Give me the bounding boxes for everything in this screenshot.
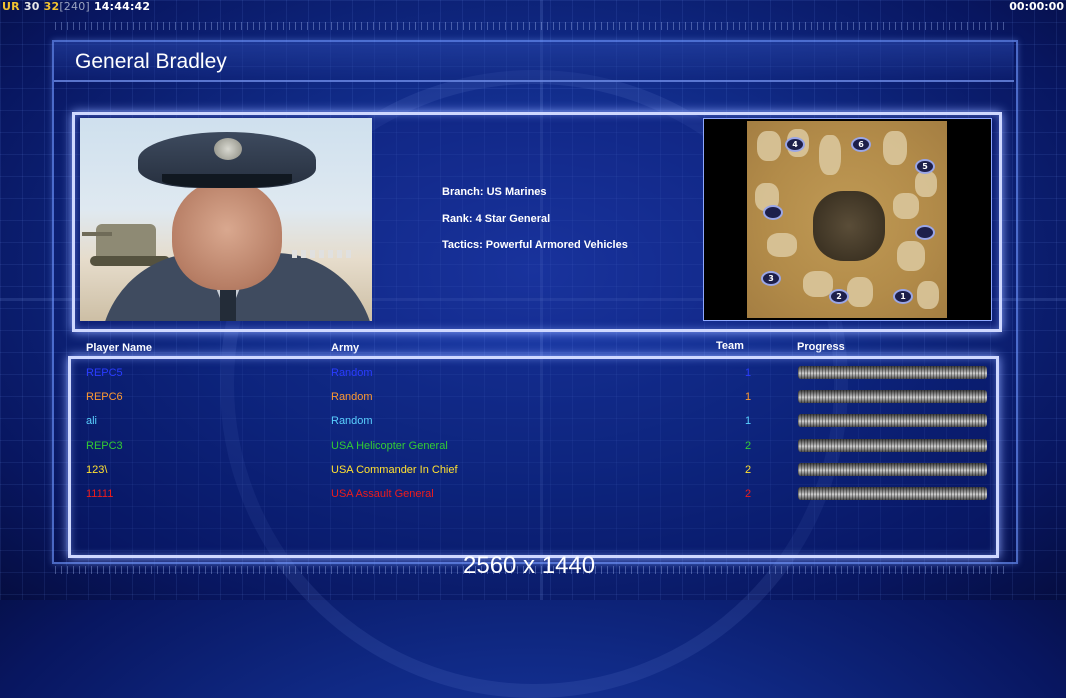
minimap: 4 6 5 3 2 1 [703, 118, 992, 321]
terrain-patch [757, 131, 781, 161]
player-team: 1 [745, 367, 752, 379]
player-row: REPC5 Random 1 [0, 364, 1066, 384]
rank-stars-icon [292, 250, 352, 258]
minimap-terrain: 4 6 5 3 2 1 [747, 121, 947, 318]
cap-badge-icon [214, 138, 242, 160]
face [172, 180, 282, 290]
player-row: 123\ USA Commander In Chief 2 [0, 461, 1066, 481]
terrain-patch [819, 135, 841, 175]
game-timer: 00:00:00 [1009, 0, 1064, 13]
player-name: REPC5 [86, 367, 123, 379]
header-player-name: Player Name [86, 342, 153, 354]
terrain-patch [897, 241, 925, 271]
player-row: REPC3 USA Helicopter General 2 [0, 437, 1066, 457]
player-army: USA Helicopter General [331, 439, 448, 452]
resolution-label: 2560 x 1440 [463, 552, 596, 579]
header-progress: Progress [797, 341, 845, 353]
player-progress-bar [798, 487, 987, 500]
general-title: General Bradley [75, 50, 227, 73]
general-details: Branch: US Marines Rank: 4 Star General … [442, 186, 628, 266]
general-portrait [80, 118, 372, 321]
player-name: 123\ [86, 463, 108, 476]
player-row: REPC6 Random 1 [0, 388, 1066, 408]
player-team: 2 [745, 463, 752, 476]
players-panel [68, 356, 999, 558]
player-progress-bar [798, 414, 987, 428]
terrain-patch [847, 277, 873, 307]
terrain-patch [915, 171, 937, 197]
cap-brim [162, 174, 292, 188]
terrain-patch [767, 233, 797, 257]
start-position-1-icon: 1 [893, 289, 913, 304]
general-rank: Rank: 4 Star General [442, 212, 551, 225]
start-position-5-icon: 5 [915, 159, 935, 174]
general-tactics: Tactics: Powerful Armored Vehicles [442, 239, 628, 251]
player-progress-bar [798, 366, 987, 379]
ruler-top [55, 22, 1005, 30]
start-position-3-icon: 3 [761, 271, 781, 286]
player-name: 11111 [86, 488, 114, 500]
player-army: Random [331, 391, 373, 404]
player-name: REPC6 [86, 391, 123, 404]
ur-label: UR [2, 0, 20, 13]
player-army: USA Assault General [331, 488, 434, 500]
start-position-2-icon: 2 [829, 289, 849, 304]
player-progress-bar [798, 438, 987, 452]
player-name: ali [86, 415, 98, 428]
central-crater [813, 191, 885, 261]
ur-value: 30 [23, 0, 40, 13]
player-team: 1 [745, 415, 752, 428]
general-branch: Branch: US Marines [442, 186, 547, 198]
terrain-patch [893, 193, 919, 219]
player-army: Random [331, 367, 373, 379]
ur-value2: 32 [43, 0, 60, 13]
tank-silhouette [82, 224, 170, 266]
terrain-patch [883, 131, 907, 165]
player-row: ali Random 1 [0, 412, 1066, 432]
player-team: 2 [745, 439, 752, 452]
player-team: 2 [745, 488, 752, 500]
clock: 14:44:42 [93, 0, 151, 13]
header-team: Team [716, 340, 744, 352]
player-army: Random [331, 415, 373, 428]
player-name: REPC3 [86, 439, 123, 452]
hud-stats: UR 30 32[240] 14:44:42 [2, 0, 150, 13]
terrain-patch [803, 271, 833, 297]
start-position-empty-icon [915, 225, 935, 240]
player-progress-bar [798, 390, 987, 404]
header-army: Army [331, 342, 360, 354]
player-army: USA Commander In Chief [331, 463, 458, 476]
player-team: 1 [745, 391, 752, 404]
terrain-patch [917, 281, 939, 309]
ur-bracket: [240] [59, 0, 90, 13]
player-progress-bar [798, 462, 987, 476]
start-position-4-icon: 4 [785, 137, 805, 152]
start-position-empty-icon [763, 205, 783, 220]
start-position-6-icon: 6 [851, 137, 871, 152]
player-row: 11111 USA Assault General 2 [0, 485, 1066, 505]
